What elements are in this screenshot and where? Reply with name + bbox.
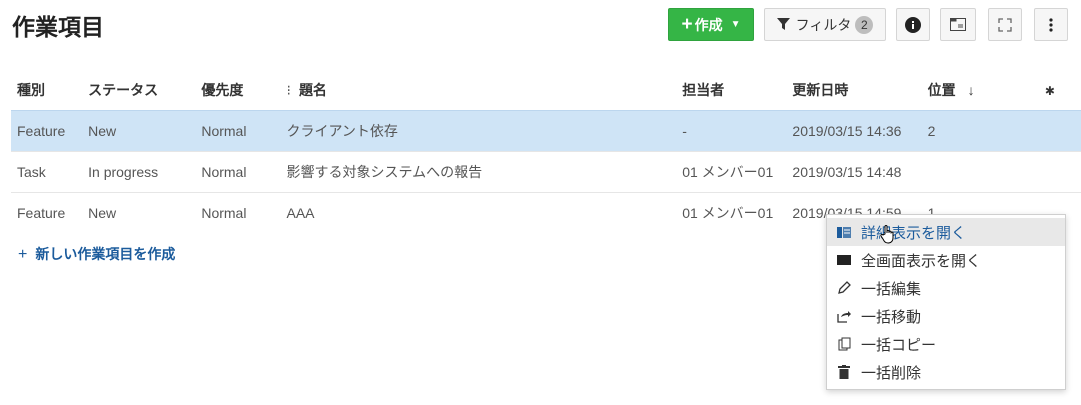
plus-icon: +: [18, 246, 28, 263]
cell-empty: [1038, 110, 1081, 152]
cell-subject[interactable]: クライアント依存: [280, 110, 677, 152]
pencil-icon: [837, 281, 851, 295]
new-work-item-link[interactable]: + 新しい作業項目を作成: [18, 244, 175, 264]
cell-status: In progress: [82, 151, 196, 193]
menu-item-bulk-delete[interactable]: 一括削除: [827, 358, 1065, 386]
info-button[interactable]: [896, 8, 930, 41]
move-icon: [837, 309, 851, 323]
cell-type: Task: [11, 151, 83, 193]
create-button[interactable]: + 作成 ▼: [668, 8, 754, 41]
menu-item-label: 一括移動: [861, 308, 922, 326]
menu-item-label: 一括編集: [861, 280, 922, 298]
trash-icon: [837, 365, 851, 379]
menu-item-bulk-move[interactable]: 一括移動: [827, 302, 1065, 330]
new-work-item-label: 新しい作業項目を作成: [35, 246, 176, 262]
filter-icon: [776, 18, 790, 30]
column-header-priority[interactable]: 優先度: [195, 70, 280, 111]
filter-count-badge: 2: [855, 15, 874, 34]
cell-assignee: -: [676, 110, 787, 152]
cell-position: 2: [921, 110, 1039, 152]
fullscreen-button[interactable]: [988, 8, 1022, 41]
menu-item-label: 一括コピー: [861, 336, 937, 354]
column-header-subject-label: 題名: [298, 82, 327, 98]
sort-descending-icon: ↓: [967, 82, 975, 98]
cell-status: New: [82, 110, 196, 152]
cell-subject[interactable]: AAA: [280, 192, 677, 233]
copy-icon: [837, 337, 851, 351]
cell-subject[interactable]: 影響する対象システムへの報告: [280, 151, 677, 193]
menu-item-label: 一括削除: [861, 364, 922, 382]
cell-priority: Normal: [195, 192, 281, 233]
fullscreen-view-icon: [837, 253, 851, 267]
work-items-table: 種別 ステータス 優先度 ⁝ 題名 担当者 更新日時 位置 ↓ ✱ Feature…: [11, 70, 1081, 233]
cell-updated: 2019/03/15 14:36: [786, 110, 922, 152]
table-row[interactable]: Task In progress Normal 影響する対象システムへの報告 0…: [11, 151, 1081, 193]
table-row[interactable]: Feature New Normal クライアント依存 - 2019/03/15…: [11, 110, 1081, 152]
expand-icon: [998, 17, 1012, 32]
filter-label: フィルタ: [795, 16, 852, 33]
column-header-position-label: 位置: [927, 82, 956, 98]
column-header-updated[interactable]: 更新日時: [786, 70, 921, 111]
menu-item-open-details[interactable]: 詳細表示を開く: [827, 218, 1065, 246]
hand-cursor-icon: [880, 225, 894, 244]
cell-updated: 2019/03/15 14:48: [786, 151, 922, 193]
menu-item-label: 詳細表示を開く: [861, 224, 967, 242]
cell-type: Feature: [11, 110, 83, 152]
table-header-row: 種別 ステータス 優先度 ⁝ 題名 担当者 更新日時 位置 ↓ ✱: [11, 70, 1081, 111]
cell-type: Feature: [11, 192, 83, 233]
column-header-assignee[interactable]: 担当者: [676, 70, 786, 111]
column-header-status[interactable]: ステータス: [82, 70, 195, 111]
plus-icon: +: [681, 13, 693, 35]
cell-priority: Normal: [195, 110, 281, 152]
hierarchy-icon: ⁝: [286, 82, 291, 98]
info-icon: [905, 16, 921, 33]
cell-empty: [1038, 151, 1081, 193]
cell-status: New: [82, 192, 196, 233]
split-view-icon: [837, 225, 851, 239]
details-view-button[interactable]: [940, 8, 976, 41]
cell-position: [921, 151, 1039, 193]
menu-item-bulk-edit[interactable]: 一括編集: [827, 274, 1065, 302]
column-header-subject[interactable]: ⁝ 題名: [280, 70, 676, 111]
vertical-dots-icon: [1049, 17, 1053, 32]
page-title: 作業項目: [12, 14, 104, 40]
context-menu: 詳細表示を開く 全画面表示を開く 一括編集 一括移動 一括コピー 一括削除: [826, 214, 1066, 390]
more-menu-button[interactable]: [1034, 8, 1068, 41]
cell-assignee: 01 メンバー01: [676, 192, 787, 233]
menu-item-open-fullscreen[interactable]: 全画面表示を開く: [827, 246, 1065, 274]
column-header-type[interactable]: 種別: [11, 70, 82, 111]
cell-assignee: 01 メンバー01: [676, 151, 787, 193]
menu-item-label: 全画面表示を開く: [861, 252, 982, 270]
details-view-icon: [950, 18, 966, 31]
create-label: 作成: [694, 16, 723, 33]
caret-down-icon: ▼: [730, 19, 741, 30]
column-settings[interactable]: ✱: [1039, 70, 1081, 111]
menu-item-bulk-copy[interactable]: 一括コピー: [827, 330, 1065, 358]
column-header-position[interactable]: 位置 ↓: [922, 70, 1039, 111]
gear-icon: ✱: [1044, 84, 1055, 98]
cell-priority: Normal: [195, 151, 281, 193]
filter-button[interactable]: フィルタ 2: [764, 8, 886, 41]
